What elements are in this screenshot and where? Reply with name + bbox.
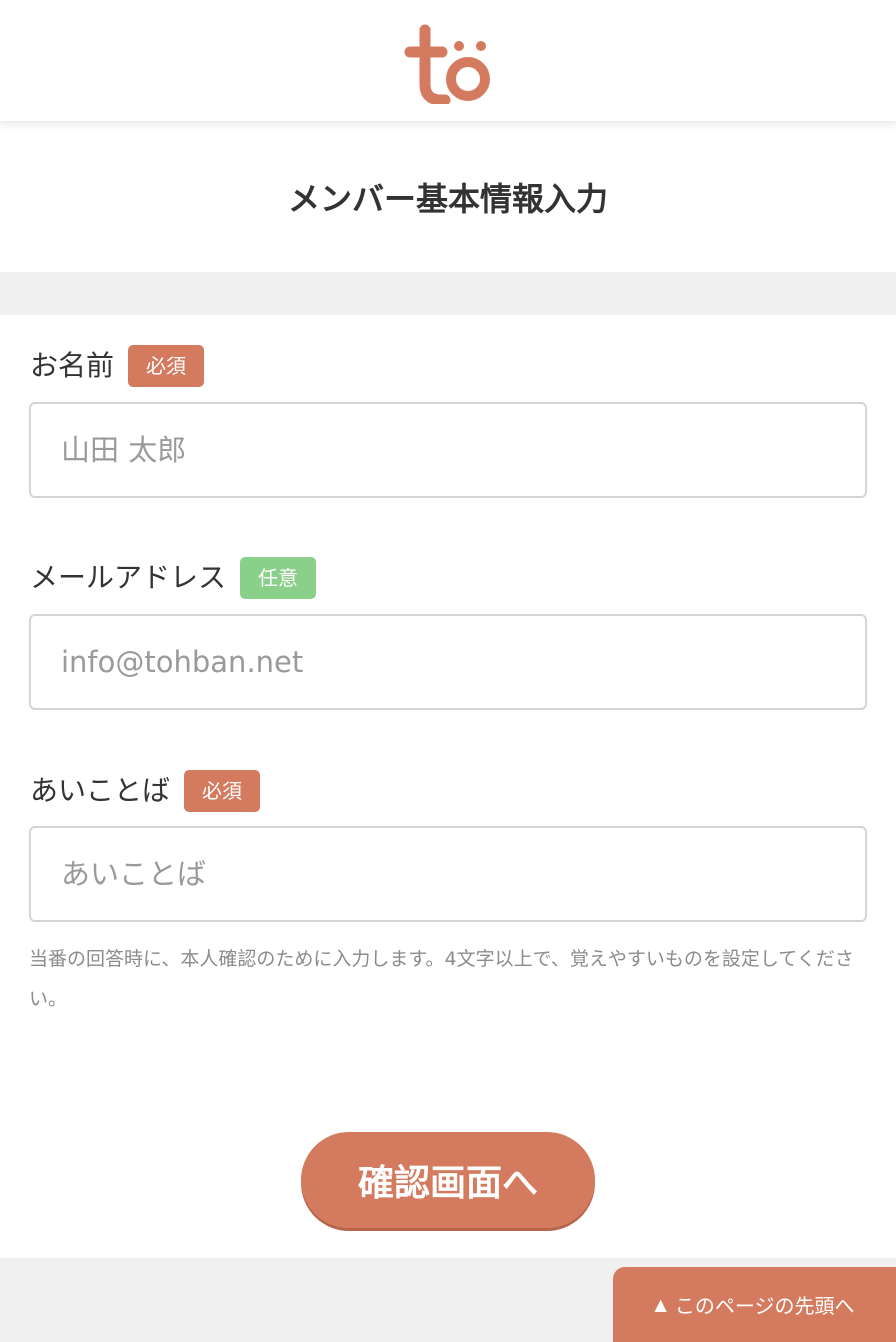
email-input[interactable] xyxy=(29,614,867,710)
page-title: メンバー基本情報入力 xyxy=(287,180,608,218)
passphrase-field-label: あいことば xyxy=(30,774,171,807)
email-optional-badge: 任意 xyxy=(240,557,317,599)
confirm-button[interactable]: 確認画面へ xyxy=(301,1132,595,1228)
title-section: メンバー基本情報入力 xyxy=(0,121,896,272)
triangle-up-icon: ▲ xyxy=(654,1295,667,1314)
site-header xyxy=(0,0,896,121)
page-footer: ▲ このページの先頭へ xyxy=(0,1258,896,1342)
tohban-logo[interactable] xyxy=(400,24,496,104)
section-divider-band xyxy=(0,272,896,315)
passphrase-required-badge: 必須 xyxy=(184,770,261,812)
back-to-top-label: このページの先頭へ xyxy=(674,1294,855,1318)
passphrase-hint-text: 当番の回答時に、本人確認のために入力します。4文字以上で、覚えやすいものを設定し… xyxy=(29,948,854,1010)
name-field-label: お名前 xyxy=(30,349,115,382)
name-required-badge: 必須 xyxy=(128,345,205,387)
back-to-top-button[interactable]: ▲ このページの先頭へ xyxy=(613,1267,896,1342)
passphrase-input[interactable] xyxy=(29,826,867,922)
email-field-label-row: メールアドレス 任意 xyxy=(30,556,317,600)
email-field-label: メールアドレス xyxy=(30,561,227,594)
name-field-label-row: お名前 必須 xyxy=(30,344,205,388)
member-info-form: お名前 必須 メールアドレス 任意 あいことば 必須 当番の回答時に、本人確認の… xyxy=(0,315,896,1258)
name-input[interactable] xyxy=(29,402,867,498)
passphrase-field-label-row: あいことば 必須 xyxy=(30,769,261,813)
